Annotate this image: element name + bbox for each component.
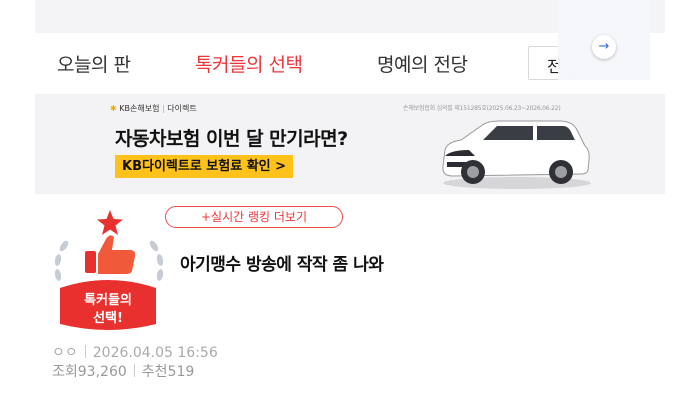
post-date: 2026.04.05 16:56	[92, 345, 218, 361]
post-author[interactable]: ㅇㅇ	[52, 345, 78, 361]
arrow-right-icon[interactable]: →	[592, 35, 616, 59]
realtime-ranking-button[interactable]: +실시간 랭킹 더보기	[165, 206, 343, 228]
ad-cta-button[interactable]: KB다이렉트로 보험료 확인 >	[115, 155, 294, 178]
post-meta-author-date: ㅇㅇ 2026.04.05 16:56	[52, 342, 218, 362]
meta-divider	[133, 364, 135, 377]
views-label: 조회	[52, 364, 78, 380]
ad-sub-brand: 다이렉트	[167, 104, 197, 113]
tab-talker-choice[interactable]: 톡커들의 선택	[195, 50, 303, 77]
post-meta-stats: 조회93,260 추천519	[52, 361, 194, 381]
recommend-label: 추천	[141, 364, 168, 380]
badge-text-line2: 선택!	[93, 310, 123, 326]
tab-today[interactable]: 오늘의 판	[57, 50, 131, 77]
talker-choice-badge: 톡커들의 선택!	[54, 210, 164, 330]
tab-hall-of-fame[interactable]: 명예의 전당	[377, 50, 468, 77]
views-count: 93,260	[77, 364, 127, 380]
post-title[interactable]: 아기맹수 방송에 작작 좀 나와	[180, 250, 384, 275]
kb-star-icon: ✱	[110, 104, 117, 113]
meta-divider	[84, 345, 86, 358]
recommend-count: 519	[167, 364, 195, 380]
ad-banner[interactable]: ✱ KB손해보험 | 다이렉트 손해보험협회 심의필 제151285호(2025…	[35, 94, 665, 194]
car-image	[442, 120, 591, 189]
ad-brand-name: KB손해보험	[119, 104, 160, 113]
ad-brand-logo: ✱ KB손해보험 | 다이렉트	[110, 104, 197, 113]
badge-text-line1: 톡커들의	[84, 292, 132, 308]
ad-headline: 자동차보험 이번 달 만기라면?	[115, 128, 348, 150]
